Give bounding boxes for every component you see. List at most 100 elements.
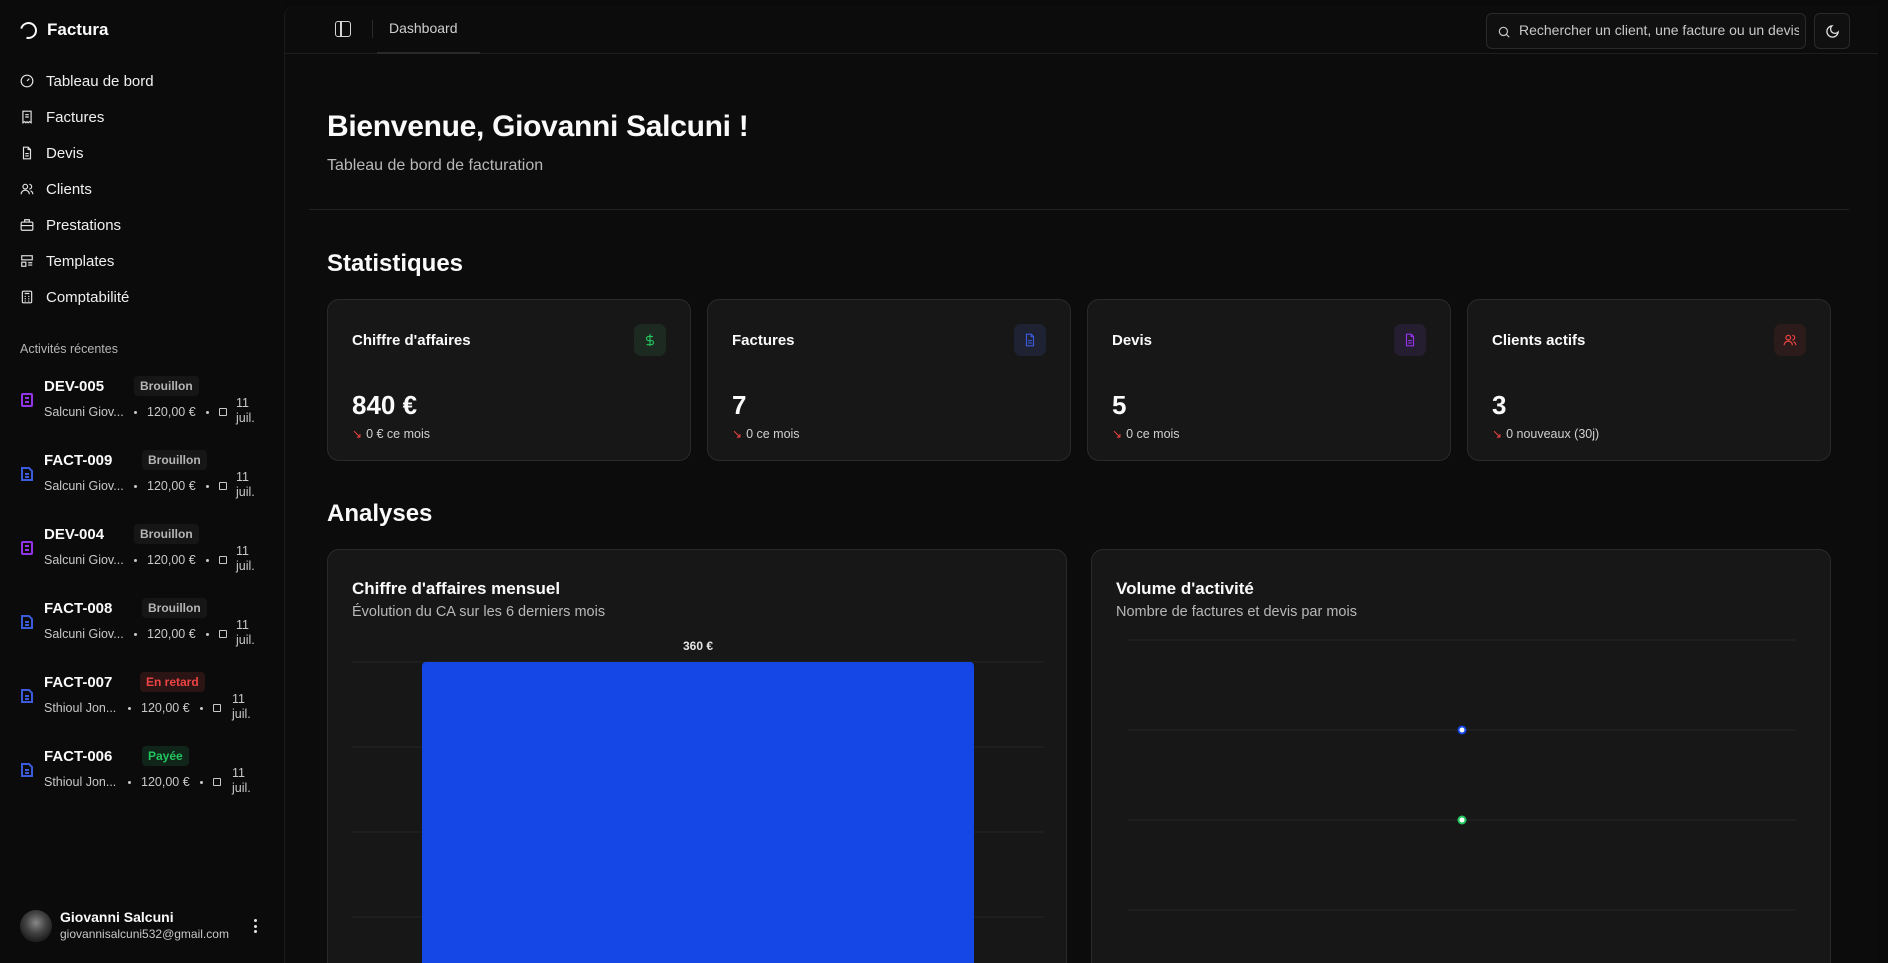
activity-date: 11 juil.	[236, 470, 255, 499]
revenue-bar-chart: 360 €	[352, 639, 1044, 963]
revenue-chart-card: Chiffre d'affaires mensuel Évolution du …	[327, 549, 1067, 963]
activity-item[interactable]: FACT-007 En retard Sthioul Jon... 120,00…	[20, 665, 264, 739]
activity-meta: Salcuni Giov... 120,00 €	[44, 553, 233, 567]
status-badge: En retard	[140, 672, 205, 692]
sidebar-item-clients[interactable]: Clients	[20, 171, 264, 207]
activity-meta: Sthioul Jon... 120,00 €	[44, 701, 227, 715]
activity-client: Sthioul Jon...	[44, 701, 117, 715]
devis-icon	[21, 393, 33, 407]
facture-icon	[21, 689, 33, 703]
calendar-icon	[218, 408, 227, 416]
stat-delta: ↘ 0 ce mois	[732, 427, 800, 441]
page-title: Bienvenue, Giovanni Salcuni !	[327, 110, 749, 143]
volume-line-chart	[1128, 639, 1796, 911]
briefcase-icon	[20, 219, 34, 231]
sidebar-item-comptabilite[interactable]: Comptabilité	[20, 279, 264, 315]
section-label-activities: Activités récentes	[20, 342, 118, 356]
sidebar-item-dashboard[interactable]: Tableau de bord	[20, 63, 264, 99]
sidebar-item-devis[interactable]: Devis	[20, 135, 264, 171]
sidebar-item-label: Factures	[46, 108, 105, 126]
activity-amount: 120,00 €	[141, 701, 190, 715]
status-badge: Brouillon	[134, 376, 199, 396]
users-icon	[1774, 324, 1806, 356]
trend-down-icon: ↘	[1492, 427, 1503, 441]
activity-code: FACT-008	[44, 600, 113, 617]
theme-toggle-button[interactable]	[1814, 13, 1850, 49]
activity-client: Salcuni Giov...	[44, 627, 124, 641]
main-content: Dashboard Bienvenue, Giovanni Salcuni ! …	[284, 6, 1878, 963]
moon-icon	[1826, 25, 1839, 38]
activity-item[interactable]: FACT-008 Brouillon Salcuni Giov... 120,0…	[20, 591, 264, 665]
search-input[interactable]	[1519, 22, 1799, 38]
bar-value-label: 360 €	[683, 639, 713, 653]
activity-code: FACT-006	[44, 748, 113, 765]
activity-date: 11 juil.	[232, 766, 251, 795]
activity-client: Salcuni Giov...	[44, 553, 124, 567]
section-title-stats: Statistiques	[327, 250, 464, 277]
bar	[422, 662, 974, 963]
activity-client: Salcuni Giov...	[44, 479, 124, 493]
trend-down-icon: ↘	[732, 427, 743, 441]
more-vertical-icon[interactable]	[254, 919, 258, 933]
stat-card-revenue[interactable]: Chiffre d'affaires 840 € ↘ 0 € ce mois	[327, 299, 691, 461]
activity-item[interactable]: FACT-009 Brouillon Salcuni Giov... 120,0…	[20, 443, 264, 517]
logo-icon	[16, 18, 41, 42]
activity-amount: 120,00 €	[141, 775, 190, 789]
status-badge: Brouillon	[142, 598, 207, 618]
calendar-icon	[218, 556, 227, 564]
facture-icon	[21, 763, 33, 777]
calendar-icon	[218, 482, 227, 490]
stat-card-clients[interactable]: Clients actifs 3 ↘ 0 nouveaux (30j)	[1467, 299, 1831, 461]
stat-value: 7	[732, 390, 747, 420]
status-badge: Brouillon	[134, 524, 199, 544]
activity-code: DEV-004	[44, 526, 105, 543]
brand[interactable]: Factura	[16, 18, 108, 42]
activity-amount: 120,00 €	[147, 627, 196, 641]
file-icon	[1394, 324, 1426, 356]
stat-card-invoices[interactable]: Factures 7 ↘ 0 ce mois	[707, 299, 1071, 461]
stat-value: 3	[1492, 390, 1507, 420]
trend-down-icon: ↘	[1112, 427, 1123, 441]
avatar	[20, 910, 52, 942]
layout-icon	[21, 255, 33, 267]
activity-code: FACT-009	[44, 452, 113, 469]
page-subtitle: Tableau de bord de facturation	[327, 157, 544, 174]
sidebar-item-label: Clients	[46, 180, 92, 198]
dollar-icon	[634, 324, 666, 356]
users-icon	[20, 183, 34, 195]
user-menu[interactable]: Giovanni Salcuni giovannisalcuni532@gmai…	[20, 905, 264, 945]
calendar-icon	[212, 704, 221, 712]
activity-code: DEV-005	[44, 378, 105, 395]
sidebar-toggle-icon[interactable]	[335, 21, 351, 37]
breadcrumb[interactable]: Dashboard	[389, 20, 458, 36]
search-icon	[1498, 26, 1510, 38]
sidebar-item-label: Prestations	[46, 216, 122, 234]
activity-date: 11 juil.	[236, 396, 255, 425]
gauge-icon	[20, 74, 34, 88]
sidebar-item-prestations[interactable]: Prestations	[20, 207, 264, 243]
activity-item[interactable]: DEV-005 Brouillon Salcuni Giov... 120,00…	[20, 369, 264, 443]
activity-meta: Sthioul Jon... 120,00 €	[44, 775, 227, 789]
topbar: Dashboard	[285, 6, 1878, 54]
devis-icon	[21, 541, 33, 555]
sidebar: Factura Tableau de bord Factures Devis C…	[0, 0, 284, 963]
stat-value: 840 €	[352, 390, 418, 420]
data-point	[1457, 815, 1467, 825]
stat-card-quotes[interactable]: Devis 5 ↘ 0 ce mois	[1087, 299, 1451, 461]
activity-item[interactable]: FACT-006 Payée Sthioul Jon... 120,00 € 1…	[20, 739, 264, 813]
divider	[309, 209, 1849, 210]
sidebar-item-factures[interactable]: Factures	[20, 99, 264, 135]
sidebar-nav: Tableau de bord Factures Devis Clients P…	[20, 63, 264, 315]
stat-title: Chiffre d'affaires	[352, 332, 471, 349]
activity-amount: 120,00 €	[147, 553, 196, 567]
sidebar-item-templates[interactable]: Templates	[20, 243, 264, 279]
user-email: giovannisalcuni532@gmail.com	[60, 927, 229, 941]
calculator-icon	[21, 290, 33, 304]
calendar-icon	[218, 630, 227, 638]
sidebar-item-label: Comptabilité	[46, 288, 130, 306]
divider	[372, 20, 373, 38]
activity-item[interactable]: DEV-004 Brouillon Salcuni Giov... 120,00…	[20, 517, 264, 591]
search-box[interactable]	[1486, 13, 1806, 49]
sidebar-item-label: Templates	[46, 252, 115, 270]
activity-date: 11 juil.	[236, 618, 255, 647]
